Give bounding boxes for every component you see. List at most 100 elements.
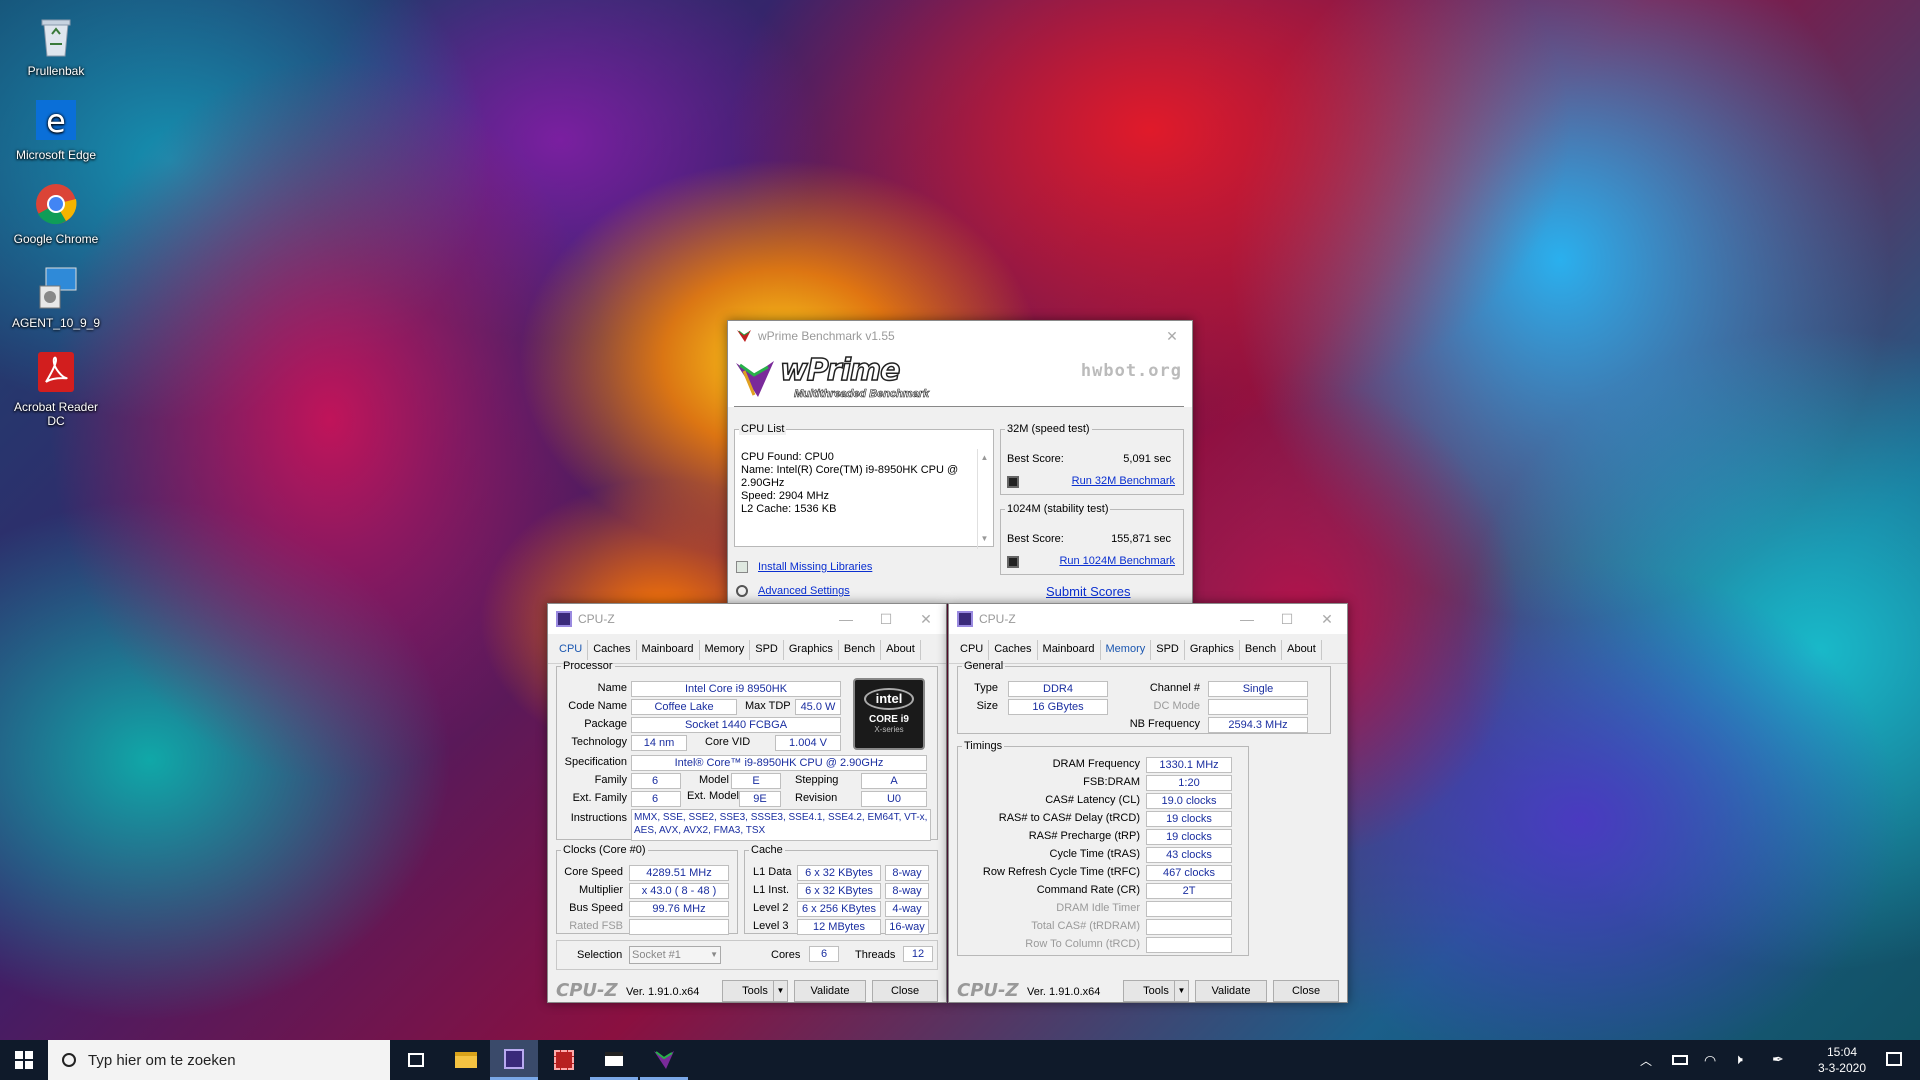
maximize-icon[interactable]: ☐: [1267, 604, 1307, 634]
timing-row: Row Refresh Cycle Time (tRFC) 467 clocks: [958, 864, 1248, 882]
corespeed-label: Core Speed: [564, 866, 623, 878]
save-icon[interactable]: [1007, 476, 1019, 488]
validate-button[interactable]: Validate: [1195, 980, 1267, 1002]
tab-graphics[interactable]: Graphics: [1185, 640, 1240, 660]
save-icon[interactable]: [1007, 556, 1019, 568]
selection-dropdown[interactable]: Socket #1 ▼: [629, 946, 721, 964]
minimize-icon[interactable]: —: [826, 604, 866, 634]
timing-row: Total CAS# (tRDRAM): [958, 918, 1248, 936]
wifi-icon[interactable]: ◠: [1704, 1052, 1716, 1069]
technology-label: Technology: [571, 736, 627, 748]
taskbar-app[interactable]: [540, 1040, 588, 1080]
clock-date: 3-3-2020: [1817, 1061, 1867, 1075]
taskbar-cpuz[interactable]: [490, 1040, 538, 1080]
folder-icon: [455, 1052, 477, 1068]
install-libraries-link[interactable]: Install Missing Libraries: [758, 561, 872, 573]
taskbar-agent[interactable]: [590, 1040, 638, 1080]
taskbar-search-box[interactable]: Typ hier om te zoeken: [48, 1040, 390, 1080]
l1inst-way: 8-way: [885, 883, 929, 899]
desktop-icon-acrobat[interactable]: Acrobat Reader DC: [4, 342, 108, 428]
busspeed-label: Bus Speed: [569, 902, 623, 914]
chevron-down-icon: ▼: [710, 950, 718, 959]
clocks-legend: Clocks (Core #0): [563, 844, 646, 856]
tab-mainboard[interactable]: Mainboard: [637, 640, 700, 660]
file-explorer-button[interactable]: [442, 1040, 490, 1080]
timing-label: CAS# Latency (CL): [1045, 794, 1140, 806]
tab-caches[interactable]: Caches: [588, 640, 637, 660]
cpu-list-scrollbar[interactable]: ▲ ▼: [977, 449, 991, 549]
volume-muted-icon[interactable]: 🕨: [1734, 1051, 1743, 1068]
chevron-up-icon[interactable]: ︿: [1640, 1052, 1652, 1069]
logo-divider: [734, 406, 1184, 407]
tab-bench[interactable]: Bench: [1240, 640, 1283, 660]
selection-label: Selection: [577, 949, 623, 961]
tab-caches[interactable]: Caches: [989, 640, 1038, 660]
tab-spd[interactable]: SPD: [750, 640, 784, 660]
maximize-icon[interactable]: ☐: [866, 604, 906, 634]
wprime-logo-subtitle: Multithreaded Benchmark: [794, 388, 930, 401]
tab-cpu[interactable]: CPU: [554, 640, 589, 660]
desktop-icon-chrome[interactable]: Google Chrome: [4, 174, 108, 246]
model-value: E: [731, 773, 781, 789]
wprime-titlebar[interactable]: wPrime Benchmark v1.55 ✕: [728, 321, 1192, 351]
maxtdp-label: Max TDP: [745, 700, 791, 712]
tab-bench[interactable]: Bench: [839, 640, 882, 660]
notification-icon[interactable]: [1886, 1052, 1902, 1066]
desktop-icon-recycle-bin[interactable]: Prullenbak: [4, 6, 108, 78]
timing-label: DRAM Idle Timer: [1056, 902, 1140, 914]
tab-mainboard[interactable]: Mainboard: [1038, 640, 1101, 660]
pen-icon[interactable]: ✒: [1772, 1051, 1784, 1068]
size-value: 16 GBytes: [1008, 699, 1108, 715]
tools-button[interactable]: Tools ▼: [722, 980, 788, 1002]
wprime-logo-area: wPrime Multithreaded Benchmark hwbot.org: [728, 351, 1192, 407]
codename-label: Code Name: [568, 700, 627, 712]
agent-icon: [32, 264, 80, 312]
cpuz-cpu-titlebar[interactable]: CPU-Z — ☐ ✕: [548, 604, 946, 634]
level3-value: 12 MBytes: [797, 919, 881, 935]
tools-button[interactable]: Tools ▼: [1123, 980, 1189, 1002]
timing-value: [1146, 901, 1232, 917]
tab-graphics[interactable]: Graphics: [784, 640, 839, 660]
timing-label: Command Rate (CR): [1036, 884, 1140, 896]
extfamily-value: 6: [631, 791, 681, 807]
taskbar-wprime[interactable]: [640, 1040, 688, 1080]
cpuz-brand: CPU-Z: [957, 980, 1019, 1001]
run-1024m-link[interactable]: Run 1024M Benchmark: [1059, 555, 1175, 567]
start-button[interactable]: [0, 1040, 48, 1080]
close-button[interactable]: Close: [872, 980, 938, 1002]
close-icon[interactable]: ✕: [906, 604, 946, 634]
l1data-way: 8-way: [885, 865, 929, 881]
taskbar: Typ hier om te zoeken ︿ ◠ 🕨 ✒ 15:04 3-3-…: [0, 1040, 1920, 1080]
battery-icon[interactable]: [1672, 1055, 1688, 1065]
tab-memory[interactable]: Memory: [700, 640, 751, 660]
desktop-icon-edge[interactable]: e Microsoft Edge: [4, 90, 108, 162]
timings-legend: Timings: [964, 740, 1003, 752]
tab-cpu[interactable]: CPU: [955, 640, 990, 660]
task-view-button[interactable]: [392, 1040, 440, 1080]
tab-spd[interactable]: SPD: [1151, 640, 1185, 660]
close-icon[interactable]: ✕: [1307, 604, 1347, 634]
minimize-icon[interactable]: —: [1227, 604, 1267, 634]
l1inst-label: L1 Inst.: [753, 884, 790, 896]
run-32m-link[interactable]: Run 32M Benchmark: [1072, 475, 1175, 487]
timing-label: Row Refresh Cycle Time (tRFC): [982, 866, 1140, 878]
submit-scores-link[interactable]: Submit Scores: [1046, 584, 1131, 599]
tab-memory[interactable]: Memory: [1101, 640, 1152, 660]
wprime-title: wPrime Benchmark v1.55: [758, 329, 895, 343]
wprime-logo-icon: [736, 361, 774, 397]
level2-way: 4-way: [885, 901, 929, 917]
timing-row: RAS# to CAS# Delay (tRCD) 19 clocks: [958, 810, 1248, 828]
cpuz-memory-titlebar[interactable]: CPU-Z — ☐ ✕: [949, 604, 1347, 634]
close-button[interactable]: Close: [1273, 980, 1339, 1002]
timing-value: 467 clocks: [1146, 865, 1232, 881]
clock[interactable]: 15:04 3-3-2020: [1810, 1044, 1874, 1076]
advanced-settings-link[interactable]: Advanced Settings: [758, 585, 850, 597]
tab-about[interactable]: About: [881, 640, 921, 660]
tab-about[interactable]: About: [1282, 640, 1322, 660]
desktop-icon-agent[interactable]: AGENT_10_9_9: [4, 258, 108, 330]
validate-button[interactable]: Validate: [794, 980, 866, 1002]
package-value: Socket 1440 FCBGA: [631, 717, 841, 733]
close-icon[interactable]: ✕: [1152, 321, 1192, 351]
timing-value: [1146, 919, 1232, 935]
timings-rows: DRAM Frequency 1330.1 MHz FSB:DRAM 1:20 CA…: [958, 756, 1248, 954]
